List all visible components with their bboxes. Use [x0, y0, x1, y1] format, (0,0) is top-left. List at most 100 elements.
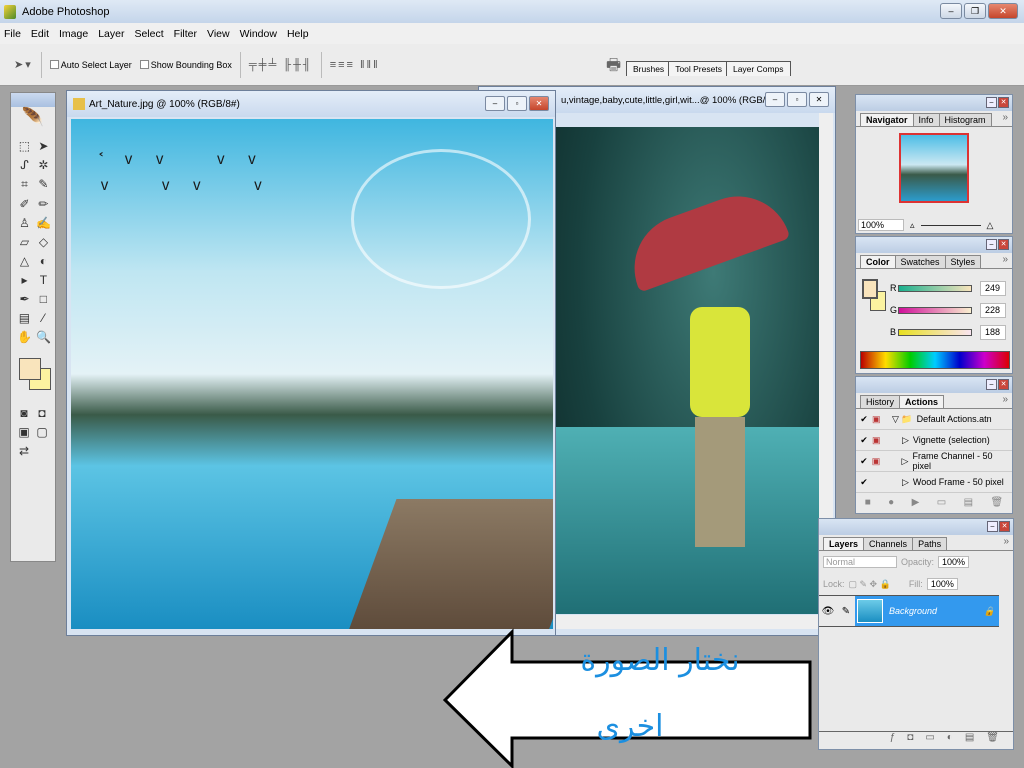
- minimize-button[interactable]: –: [940, 3, 962, 19]
- g-value-field[interactable]: 228: [980, 302, 1006, 318]
- action-set-item[interactable]: ✔ ▣ ▽ 📁 Default Actions.atn: [856, 409, 1012, 430]
- new-action-icon[interactable]: ▤: [964, 497, 973, 513]
- horizontal-scrollbar[interactable]: [555, 615, 819, 629]
- foreground-color-swatch[interactable]: [19, 358, 41, 380]
- tab-navigator[interactable]: Navigator: [860, 113, 914, 126]
- stop-icon[interactable]: ■: [865, 497, 871, 513]
- tab-color[interactable]: Color: [860, 255, 896, 268]
- type-tool-icon[interactable]: T: [36, 273, 51, 287]
- g-slider[interactable]: [898, 306, 972, 314]
- panel-menu-icon[interactable]: »: [1002, 394, 1008, 405]
- crop-tool-icon[interactable]: ⌗: [17, 177, 32, 192]
- tab-swatches[interactable]: Swatches: [894, 255, 946, 268]
- layer-row-background[interactable]: 👁 ✎ Background 🔒: [819, 595, 999, 627]
- tab-tool-presets[interactable]: Tool Presets: [668, 61, 729, 76]
- opacity-field[interactable]: 100%: [938, 556, 970, 568]
- r-value-field[interactable]: 249: [980, 280, 1006, 296]
- file-browser-icon[interactable]: 🖶: [606, 54, 621, 81]
- path-select-icon[interactable]: ▸: [17, 273, 32, 287]
- full-screen-icon[interactable]: ▢: [35, 425, 49, 439]
- panel-menu-icon[interactable]: »: [1003, 536, 1009, 547]
- notes-tool-icon[interactable]: ▤: [17, 311, 32, 325]
- lock-icons[interactable]: ▢ ✎ ✥ 🔒: [849, 579, 891, 590]
- navigator-thumbnail[interactable]: [899, 133, 969, 203]
- healing-brush-icon[interactable]: ✐: [17, 197, 32, 211]
- tab-layers[interactable]: Layers: [823, 537, 865, 550]
- lasso-tool-icon[interactable]: ᔑ: [17, 158, 32, 172]
- auto-select-layer-checkbox[interactable]: Auto Select Layer: [49, 60, 132, 70]
- restore-button[interactable]: ❐: [964, 3, 986, 19]
- close-button[interactable]: ✕: [998, 97, 1009, 108]
- marquee-tool-icon[interactable]: ⬚: [17, 139, 32, 153]
- zoom-out-icon[interactable]: ▵: [910, 220, 915, 231]
- jump-to-imageready-icon[interactable]: ⇄: [17, 444, 31, 458]
- slice-tool-icon[interactable]: ✎: [36, 177, 51, 192]
- collapse-button[interactable]: –: [987, 521, 998, 532]
- hand-tool-icon[interactable]: ✋: [17, 330, 32, 344]
- paint-bucket-icon[interactable]: ◇: [36, 235, 51, 249]
- zoom-tool-icon[interactable]: 🔍: [36, 330, 51, 344]
- action-item[interactable]: ✔ ▷ Wood Frame - 50 pixel: [856, 472, 1012, 493]
- tab-layer-comps[interactable]: Layer Comps: [725, 61, 791, 76]
- minimize-button[interactable]: –: [485, 96, 505, 111]
- menu-filter[interactable]: Filter: [174, 28, 197, 40]
- collapse-button[interactable]: –: [986, 239, 997, 250]
- play-icon[interactable]: ▶: [912, 497, 920, 513]
- screen-mode-icon[interactable]: ▣: [17, 425, 31, 439]
- layer-style-icon[interactable]: ƒ: [890, 732, 896, 749]
- menu-view[interactable]: View: [207, 28, 230, 40]
- move-tool-preset-icon[interactable]: ➤▾: [14, 58, 33, 71]
- b-slider[interactable]: [898, 328, 972, 336]
- magic-wand-icon[interactable]: ✲: [36, 158, 51, 172]
- menu-image[interactable]: Image: [59, 28, 88, 40]
- visibility-eye-icon[interactable]: 👁: [819, 606, 837, 617]
- r-slider[interactable]: [898, 284, 972, 292]
- adjustment-layer-icon[interactable]: ◐: [947, 732, 953, 749]
- brush-tool-icon[interactable]: ✏: [36, 197, 51, 211]
- clone-stamp-icon[interactable]: ♙: [17, 216, 32, 230]
- close-button[interactable]: ✕: [529, 96, 549, 111]
- close-button[interactable]: ✕: [998, 379, 1009, 390]
- close-button[interactable]: ✕: [999, 521, 1010, 532]
- tab-brushes[interactable]: Brushes: [626, 61, 672, 76]
- shape-tool-icon[interactable]: □: [36, 292, 51, 306]
- show-bounding-box-checkbox[interactable]: Show Bounding Box: [139, 60, 232, 70]
- tab-paths[interactable]: Paths: [912, 537, 948, 550]
- eraser-icon[interactable]: ▱: [17, 235, 32, 249]
- menu-help[interactable]: Help: [287, 28, 309, 40]
- blur-tool-icon[interactable]: △: [17, 254, 32, 268]
- maximize-button[interactable]: ▫: [507, 96, 527, 111]
- panel-menu-icon[interactable]: »: [1002, 254, 1008, 265]
- history-brush-icon[interactable]: ✍: [36, 216, 51, 230]
- close-button[interactable]: ✕: [998, 239, 1009, 250]
- action-item[interactable]: ✔ ▣ ▷ Vignette (selection): [856, 430, 1012, 451]
- collapse-button[interactable]: –: [986, 97, 997, 108]
- blend-mode-select[interactable]: Normal: [823, 556, 897, 568]
- action-item[interactable]: ✔ ▣ ▷ Frame Channel - 50 pixel: [856, 451, 1012, 472]
- menu-file[interactable]: File: [4, 28, 21, 40]
- tab-styles[interactable]: Styles: [944, 255, 982, 268]
- tab-actions[interactable]: Actions: [899, 395, 945, 408]
- fill-field[interactable]: 100%: [926, 578, 958, 590]
- panel-menu-icon[interactable]: »: [1002, 112, 1008, 123]
- mask-icon[interactable]: ◘: [907, 732, 913, 749]
- menu-layer[interactable]: Layer: [98, 28, 124, 40]
- minimize-button[interactable]: –: [765, 92, 785, 107]
- pen-tool-icon[interactable]: ✒: [17, 292, 32, 306]
- delete-icon[interactable]: 🗑: [991, 497, 1004, 513]
- quick-mask-icon[interactable]: ◘: [35, 406, 49, 420]
- menu-edit[interactable]: Edit: [31, 28, 49, 40]
- tab-history[interactable]: History: [860, 395, 901, 408]
- color-ramp[interactable]: [860, 351, 1010, 369]
- maximize-button[interactable]: ▫: [787, 92, 807, 107]
- b-value-field[interactable]: 188: [980, 324, 1006, 340]
- delete-layer-icon[interactable]: 🗑: [986, 732, 999, 749]
- menu-select[interactable]: Select: [134, 28, 163, 40]
- tab-channels[interactable]: Channels: [863, 537, 914, 550]
- eyedropper-icon[interactable]: ⁄: [36, 311, 51, 325]
- tab-info[interactable]: Info: [912, 113, 940, 126]
- close-button[interactable]: ✕: [809, 92, 829, 107]
- move-tool-icon[interactable]: ➤: [36, 139, 51, 153]
- zoom-in-icon[interactable]: △: [987, 220, 994, 231]
- record-icon[interactable]: ●: [888, 497, 894, 513]
